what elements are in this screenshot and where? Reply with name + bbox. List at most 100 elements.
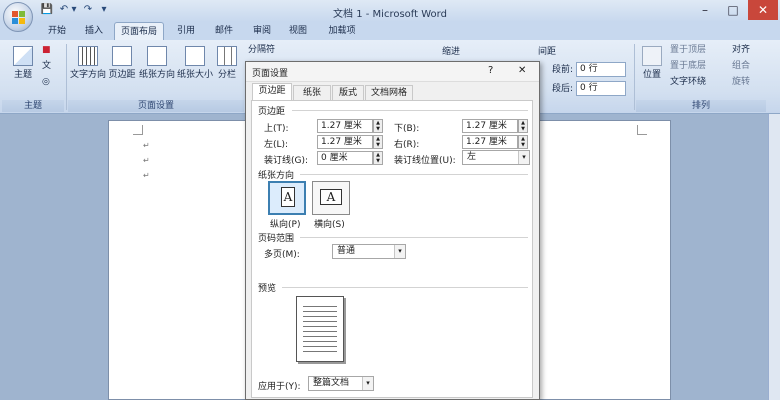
- space-before-label: 段前:: [552, 65, 574, 75]
- bottom-margin-input[interactable]: 1.27 厘米: [462, 119, 518, 133]
- tab-addins[interactable]: 加载项: [320, 22, 364, 40]
- tab-page-layout[interactable]: 页面布局: [114, 22, 164, 40]
- tab-review[interactable]: 审阅: [244, 22, 280, 40]
- multiple-pages-label: 多页(M):: [264, 250, 300, 260]
- landscape-icon: A: [320, 189, 342, 205]
- margins-section-title: 页边距: [258, 107, 286, 117]
- arrange-group-label: 排列: [636, 100, 766, 112]
- vertical-scrollbar[interactable]: [768, 114, 780, 400]
- tab-view[interactable]: 视图: [280, 22, 316, 40]
- title-bar: 文档 1 - Microsoft Word 💾 ↶ ▾ ↷ ▾ – □ ✕: [0, 0, 780, 22]
- breaks-button[interactable]: 分隔符: [248, 42, 275, 58]
- margins-button[interactable]: 页边距: [106, 44, 138, 90]
- portrait-option[interactable]: A: [268, 181, 306, 215]
- gutter-spinner[interactable]: ▲ ▼: [373, 151, 383, 165]
- spin-down-icon: ▼: [376, 126, 380, 132]
- themes-group: 主题 ■ 文 ◎ 主题: [2, 42, 64, 112]
- space-after-input[interactable]: 0 行: [576, 81, 626, 96]
- maximize-button[interactable]: □: [720, 0, 746, 20]
- page-preview: [296, 296, 344, 362]
- margin-corner-mark: [637, 125, 647, 135]
- apply-to-value: 整篇文档: [313, 378, 350, 388]
- multiple-pages-value: 普通: [337, 246, 356, 256]
- gutter-input[interactable]: 0 厘米: [317, 151, 373, 165]
- page-setup-dialog: 页面设置 ? ✕ 页边距 纸张 版式 文档网格 页边距 上(T): 1.27 厘…: [245, 61, 540, 400]
- size-button[interactable]: 纸张大小: [176, 44, 214, 90]
- tab-insert[interactable]: 插入: [76, 22, 112, 40]
- columns-label: 分栏: [217, 70, 236, 80]
- apply-to-label: 应用于(Y):: [258, 382, 301, 392]
- columns-button[interactable]: 分栏: [214, 44, 240, 90]
- position-button[interactable]: 位置: [638, 44, 666, 90]
- indent-label: 缩进: [442, 47, 461, 57]
- office-button[interactable]: [3, 2, 33, 32]
- help-icon[interactable]: ?: [488, 65, 493, 76]
- tab-home[interactable]: 开始: [38, 22, 76, 40]
- space-before-input[interactable]: 0 行: [576, 62, 626, 77]
- window-title: 文档 1 - Microsoft Word: [333, 9, 447, 20]
- paragraph-mark: ↵: [143, 141, 150, 150]
- landscape-label: 横向(S): [314, 220, 345, 230]
- top-margin-label: 上(T):: [264, 124, 289, 134]
- customize-qat-icon[interactable]: ▾: [100, 4, 108, 18]
- themes-group-label: 主题: [2, 100, 64, 112]
- gutter-position-label: 装订线位置(U):: [394, 156, 456, 166]
- office-logo-icon: [12, 11, 25, 24]
- close-button[interactable]: ✕: [748, 0, 778, 20]
- tab-mailings[interactable]: 邮件: [206, 22, 242, 40]
- spin-down-icon: ▼: [521, 142, 525, 148]
- bottom-margin-label: 下(B):: [394, 124, 420, 134]
- undo-dropdown-icon[interactable]: ▾: [70, 4, 78, 18]
- bottom-margin-spinner[interactable]: ▲ ▼: [518, 119, 528, 133]
- divider: [300, 174, 528, 175]
- orientation-label: 纸张方向: [138, 70, 175, 80]
- bring-front-button[interactable]: 置于顶层: [670, 42, 706, 58]
- portrait-label: 纵向(P): [270, 220, 301, 230]
- gutter-position-value: 左: [467, 152, 477, 162]
- paragraph-mark: ↵: [143, 171, 150, 180]
- paragraph-mark: ↵: [143, 156, 150, 165]
- tab-layout[interactable]: 版式: [332, 85, 364, 100]
- text-wrap-button[interactable]: 文字环绕: [670, 74, 706, 90]
- orientation-section-title: 纸张方向: [258, 171, 295, 181]
- tab-margins[interactable]: 页边距: [252, 83, 292, 100]
- tab-paper[interactable]: 纸张: [293, 85, 331, 100]
- divider: [634, 44, 635, 110]
- align-button[interactable]: 对齐: [732, 42, 750, 58]
- landscape-option[interactable]: A: [312, 181, 350, 215]
- theme-colors-icon[interactable]: ■: [42, 42, 51, 58]
- theme-fonts-icon[interactable]: 文: [42, 58, 51, 74]
- text-direction-button[interactable]: 文字方向: [70, 44, 106, 90]
- position-icon: [642, 46, 662, 66]
- top-margin-spinner[interactable]: ▲ ▼: [373, 119, 383, 133]
- save-icon[interactable]: 💾: [40, 4, 54, 18]
- group-objects-button[interactable]: 组合: [732, 58, 750, 74]
- dialog-body: 页边距 上(T): 1.27 厘米 ▲ ▼ 下(B): 1.27 厘米 ▲ ▼ 左(…: [251, 100, 533, 398]
- theme-effects-icon[interactable]: ◎: [42, 74, 50, 90]
- minimize-button[interactable]: –: [692, 0, 718, 20]
- gutter-position-select[interactable]: 左 ▾: [462, 150, 530, 165]
- tab-references[interactable]: 引用: [168, 22, 204, 40]
- top-margin-input[interactable]: 1.27 厘米: [317, 119, 373, 133]
- spacing-label: 间距: [538, 47, 557, 57]
- left-margin-spinner[interactable]: ▲ ▼: [373, 135, 383, 149]
- tab-doc-grid[interactable]: 文档网格: [365, 85, 413, 100]
- rotate-button[interactable]: 旋转: [732, 74, 750, 90]
- multiple-pages-select[interactable]: 普通 ▾: [332, 244, 406, 259]
- themes-button[interactable]: 主题: [6, 44, 40, 90]
- apply-to-select[interactable]: 整篇文档 ▾: [308, 376, 374, 391]
- undo-icon[interactable]: ↶: [58, 4, 70, 18]
- dialog-close-icon[interactable]: ✕: [518, 65, 526, 76]
- right-margin-input[interactable]: 1.27 厘米: [462, 135, 518, 149]
- redo-icon[interactable]: ↷: [82, 4, 94, 18]
- orientation-button[interactable]: 纸张方向: [138, 44, 176, 90]
- size-icon: [185, 46, 205, 66]
- margin-corner-mark: [133, 125, 143, 135]
- spin-down-icon: ▼: [376, 158, 380, 164]
- left-margin-input[interactable]: 1.27 厘米: [317, 135, 373, 149]
- right-margin-spinner[interactable]: ▲ ▼: [518, 135, 528, 149]
- divider: [66, 44, 67, 110]
- themes-label: 主题: [13, 70, 32, 80]
- divider: [282, 287, 528, 288]
- send-back-button[interactable]: 置于底层: [670, 58, 706, 74]
